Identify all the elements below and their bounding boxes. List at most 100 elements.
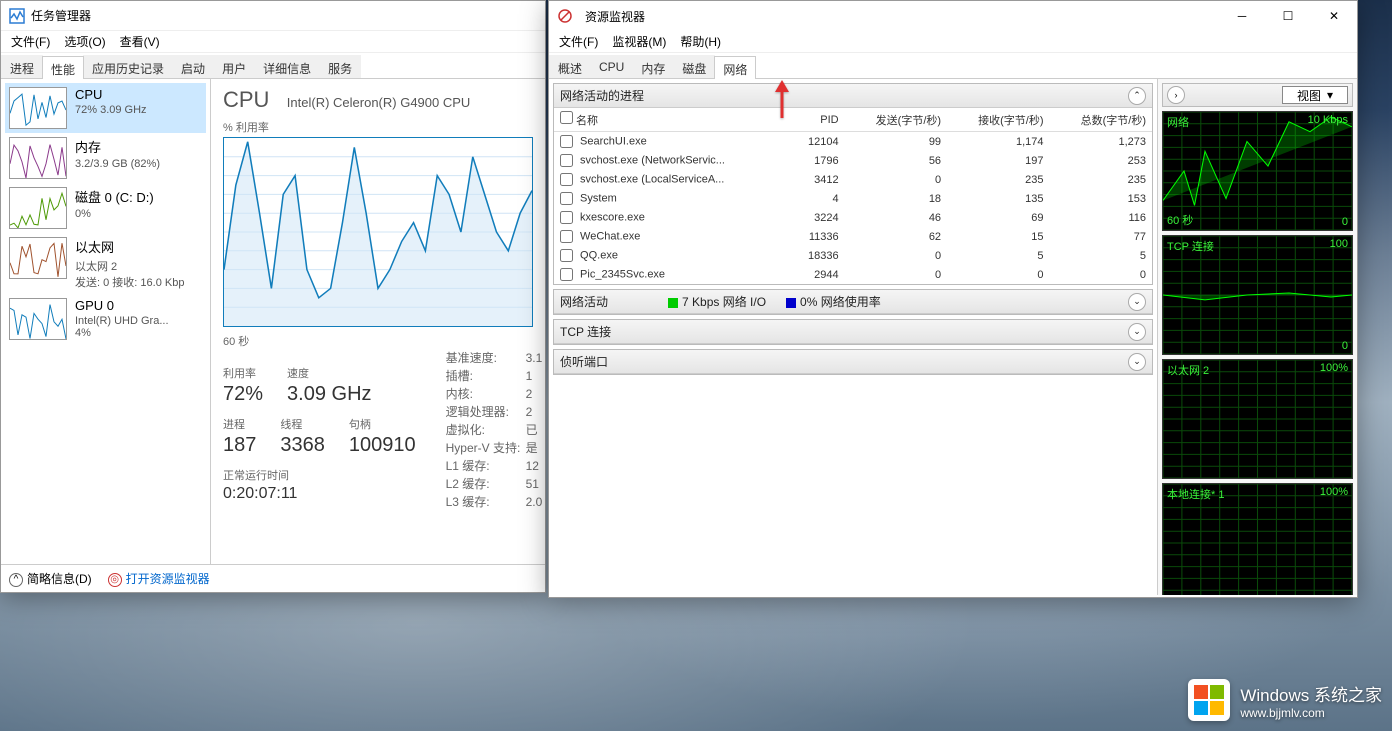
chevron-right-icon[interactable]: › [1167, 86, 1185, 104]
cpu-heading: CPU [223, 87, 269, 113]
row-checkbox[interactable] [560, 249, 573, 262]
tm-tab-processes[interactable]: 进程 [1, 55, 43, 78]
uptime-value: 0:20:07:11 [223, 485, 416, 503]
panel-listen: 侦听端口 ⌄ [553, 349, 1153, 375]
process-table: 名称PID发送(字节/秒)接收(字节/秒)总数(字节/秒) SearchUI.e… [554, 108, 1152, 284]
stop-icon: ◎ [108, 573, 122, 587]
chevron-down-icon[interactable]: ⌄ [1128, 353, 1146, 371]
rm-tab-overview[interactable]: 概述 [549, 55, 591, 78]
rm-tab-network[interactable]: 网络 [714, 56, 756, 79]
open-resource-monitor-link[interactable]: ◎打开资源监视器 [108, 570, 210, 587]
chevron-up-icon: ^ [9, 573, 23, 587]
row-checkbox[interactable] [560, 230, 573, 243]
tm-menubar: 文件(F) 选项(O) 查看(V) [1, 31, 545, 53]
maximize-button[interactable]: ☐ [1265, 1, 1311, 31]
rm-side: › 视图 ▾ 网络10 Kbps60 秒0TCP 连接1000以太网 2100%… [1157, 79, 1357, 595]
panel-network-activity: 网络活动 7 Kbps 网络 I/O 0% 网络使用率 ⌄ [553, 289, 1153, 315]
panel-header-tcp[interactable]: TCP 连接 ⌄ [554, 320, 1152, 344]
sidebar-item-3[interactable]: 以太网以太网 2发送: 0 接收: 16.0 Kbp [5, 233, 206, 294]
windows-logo-icon [1188, 679, 1230, 721]
side-chart-1: TCP 连接1000 [1162, 235, 1353, 355]
row-checkbox[interactable] [560, 268, 573, 281]
rm-tab-disk[interactable]: 磁盘 [673, 55, 715, 78]
tm-statusbar: ^简略信息(D) ◎打开资源监视器 [1, 564, 545, 592]
chart-bot-label: 60 秒 [223, 333, 533, 349]
side-chart-0: 网络10 Kbps60 秒0 [1162, 111, 1353, 231]
cpu-model: Intel(R) Celeron(R) G4900 CPU [287, 95, 471, 110]
rm-main: 网络活动的进程 ⌃ 名称PID发送(字节/秒)接收(字节/秒)总数(字节/秒) … [549, 79, 1157, 595]
rm-menubar: 文件(F) 监视器(M) 帮助(H) [549, 31, 1357, 53]
tm-menu-view[interactable]: 查看(V) [114, 31, 166, 52]
table-row[interactable]: System418135153 [554, 189, 1152, 208]
col-header[interactable]: PID [788, 108, 844, 132]
row-checkbox[interactable] [560, 211, 573, 224]
tm-tab-users[interactable]: 用户 [213, 55, 255, 78]
row-checkbox[interactable] [560, 192, 573, 205]
panel-header-activity[interactable]: 网络活动 7 Kbps 网络 I/O 0% 网络使用率 ⌄ [554, 290, 1152, 314]
tm-menu-file[interactable]: 文件(F) [5, 31, 56, 52]
watermark: Windows 系统之家 www.bjjmlv.com [1188, 679, 1382, 721]
rm-tab-cpu[interactable]: CPU [590, 55, 633, 78]
table-row[interactable]: kxescore.exe32244669116 [554, 208, 1152, 227]
row-checkbox[interactable] [560, 173, 573, 186]
view-button[interactable]: 视图 ▾ [1282, 86, 1348, 104]
resource-monitor-window: 资源监视器 ─ ☐ ✕ 文件(F) 监视器(M) 帮助(H) 概述 CPU 内存… [548, 0, 1358, 598]
side-chart-2: 以太网 2100% [1162, 359, 1353, 479]
minimize-button[interactable]: ─ [1219, 1, 1265, 31]
chevron-down-icon[interactable]: ⌄ [1128, 293, 1146, 311]
tm-tab-services[interactable]: 服务 [319, 55, 361, 78]
tm-tab-performance[interactable]: 性能 [42, 56, 84, 79]
row-checkbox[interactable] [560, 154, 573, 167]
table-row[interactable]: SearchUI.exe12104991,1741,273 [554, 132, 1152, 152]
table-row[interactable]: Pic_2345Svc.exe2944000 [554, 265, 1152, 284]
panel-tcp: TCP 连接 ⌄ [553, 319, 1153, 345]
chart-top-label: % 利用率 [223, 119, 533, 135]
side-chart-3: 本地连接* 1100% [1162, 483, 1353, 595]
rm-side-toolbar: › 视图 ▾ [1162, 83, 1353, 107]
tm-menu-options[interactable]: 选项(O) [58, 31, 111, 52]
table-row[interactable]: WeChat.exe11336621577 [554, 227, 1152, 246]
rm-tab-memory[interactable]: 内存 [632, 55, 674, 78]
tm-tab-history[interactable]: 应用历史记录 [83, 55, 173, 78]
panel-network-processes: 网络活动的进程 ⌃ 名称PID发送(字节/秒)接收(字节/秒)总数(字节/秒) … [553, 83, 1153, 285]
table-row[interactable]: QQ.exe18336055 [554, 246, 1152, 265]
io-color-icon [668, 298, 678, 308]
watermark-brand: Windows 系统之家 [1240, 681, 1382, 706]
chevron-up-icon[interactable]: ⌃ [1128, 87, 1146, 105]
close-button[interactable]: ✕ [1311, 1, 1357, 31]
row-checkbox[interactable] [560, 135, 573, 148]
sidebar-item-1[interactable]: 内存3.2/3.9 GB (82%) [5, 133, 206, 183]
sidebar-item-4[interactable]: GPU 0Intel(R) UHD Gra...4% [5, 294, 206, 344]
tm-tab-details[interactable]: 详细信息 [254, 55, 320, 78]
mini-chart [9, 298, 67, 340]
col-header[interactable]: 总数(字节/秒) [1050, 108, 1152, 132]
tm-main: CPU Intel(R) Celeron(R) G4900 CPU % 利用率 … [211, 79, 545, 565]
resource-monitor-icon [557, 8, 573, 24]
mini-chart [9, 87, 67, 129]
select-all-checkbox[interactable] [560, 111, 573, 124]
tm-sidebar: CPU72% 3.09 GHz内存3.2/3.9 GB (82%)磁盘 0 (C… [1, 79, 211, 565]
col-header[interactable]: 接收(字节/秒) [947, 108, 1049, 132]
rm-menu-help[interactable]: 帮助(H) [674, 31, 727, 52]
usage-color-icon [786, 298, 796, 308]
table-row[interactable]: svchost.exe (LocalServiceA...34120235235 [554, 170, 1152, 189]
panel-header-processes[interactable]: 网络活动的进程 ⌃ [554, 84, 1152, 108]
task-manager-window: 任务管理器 文件(F) 选项(O) 查看(V) 进程 性能 应用历史记录 启动 … [0, 0, 546, 593]
tm-tabbar: 进程 性能 应用历史记录 启动 用户 详细信息 服务 [1, 53, 545, 79]
rm-tabbar: 概述 CPU 内存 磁盘 网络 [549, 53, 1357, 79]
table-row[interactable]: svchost.exe (NetworkServic...17965619725… [554, 151, 1152, 170]
col-header[interactable]: 名称 [554, 108, 788, 132]
sidebar-item-2[interactable]: 磁盘 0 (C: D:)0% [5, 183, 206, 233]
chevron-down-icon[interactable]: ⌄ [1128, 323, 1146, 341]
cpu-chart [223, 137, 533, 327]
mini-chart [9, 137, 67, 179]
rm-menu-file[interactable]: 文件(F) [553, 31, 604, 52]
sidebar-item-0[interactable]: CPU72% 3.09 GHz [5, 83, 206, 133]
tm-tab-startup[interactable]: 启动 [172, 55, 214, 78]
panel-header-listen[interactable]: 侦听端口 ⌄ [554, 350, 1152, 374]
col-header[interactable]: 发送(字节/秒) [845, 108, 947, 132]
rm-titlebar[interactable]: 资源监视器 ─ ☐ ✕ [549, 1, 1357, 31]
rm-menu-monitor[interactable]: 监视器(M) [606, 31, 672, 52]
tm-titlebar[interactable]: 任务管理器 [1, 1, 545, 31]
less-details-button[interactable]: ^简略信息(D) [9, 570, 92, 587]
